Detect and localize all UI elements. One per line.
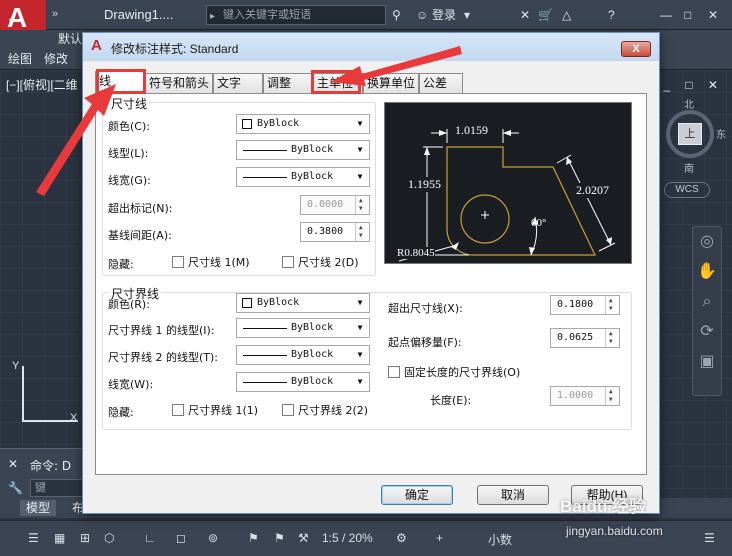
red-arrow-right: [330, 46, 462, 86]
red-arrow-left: [36, 84, 116, 196]
watermark-logo: Baidu 经验: [560, 497, 646, 516]
annotation-arrows: [36, 46, 462, 196]
watermark-url: jingyan.baidu.com: [566, 524, 663, 538]
